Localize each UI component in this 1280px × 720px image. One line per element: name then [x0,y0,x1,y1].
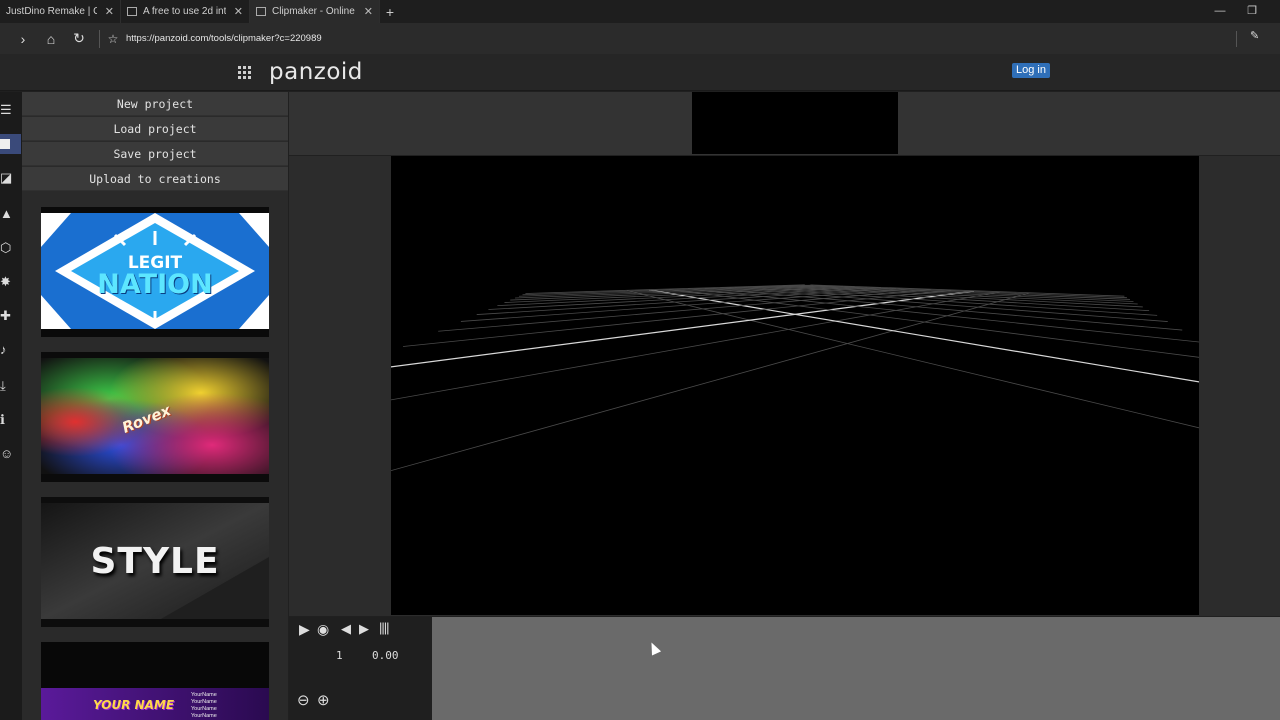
edit-icon[interactable]: ◪ [0,168,14,188]
tab-title: JustDino Remake | Checl [6,6,97,17]
template-name: YourName [191,699,217,705]
tool-rail: ☰ ◪ ▲ ⬡ ✸ ✚ ♪ ⤓ ℹ ☺ [0,92,22,720]
playback-controls: ▶ ◉ ◀ ▶ |||| 1 0.00 ⊖ ⊕ [289,617,430,720]
time-counter: 0.00 [372,649,399,662]
waveform-icon[interactable]: |||| [379,620,389,635]
template-name-list: YourName YourName YourName YourName [191,692,217,720]
tab-title: Clipmaker - Online Custo [272,6,356,17]
template-name: YourName [191,713,217,719]
mini-preview [692,92,898,154]
image-icon[interactable]: ▲ [0,204,14,224]
new-tab-button[interactable]: + [380,4,400,20]
template-name: YourName [191,692,217,698]
page-icon [127,7,137,16]
upload-to-creations-button[interactable]: Upload to creations [22,167,288,191]
refresh-icon[interactable]: ↻ [65,30,93,47]
template-thumbnail[interactable]: LEGIT NATION [41,207,269,337]
download-icon[interactable]: ⤓ [0,376,14,396]
template-thumbnail[interactable]: YOUR NAME YourName YourName YourName You… [41,642,269,720]
project-panel: New project Load project Save project Up… [22,92,288,720]
smiley-icon[interactable]: ☺ [0,444,14,464]
3d-cube-icon[interactable]: ⬡ [0,238,14,258]
template-title: NATION [97,269,213,300]
favorite-star-icon[interactable]: ☆ [106,32,120,46]
site-header: panzoid Log in [0,54,1280,91]
load-project-button[interactable]: Load project [22,117,288,141]
info-icon[interactable]: ℹ [0,410,14,430]
new-project-button[interactable]: New project [22,92,288,116]
close-tab-icon[interactable]: ✕ [105,5,114,18]
save-project-button[interactable]: Save project [22,142,288,166]
forward-icon[interactable]: › [9,31,37,47]
browser-tab[interactable]: A free to use 2d intro | L ✕ [121,0,250,23]
template-name: YourName [191,706,217,712]
menu-icon[interactable]: ☰ [0,100,14,120]
canvas-stage[interactable] [0,156,1280,615]
play-icon[interactable]: ▶ [299,621,310,638]
grid-line [515,285,833,299]
address-bar: › ⌂ ↻ ☆ https://panzoid.com/tools/clipma… [0,23,1280,54]
site-logo[interactable]: panzoid [269,59,363,85]
grid-line [340,290,975,374]
template-thumbnail[interactable]: STYLE [41,497,269,627]
browser-tab-active[interactable]: Clipmaker - Online Custo ✕ [250,0,380,23]
zoom-out-icon[interactable]: ⊖ [297,691,310,709]
perspective-grid [0,284,1280,580]
grid-line [0,292,1029,580]
login-button[interactable]: Log in [1012,63,1050,78]
browser-tab-bar: JustDino Remake | Checl ✕ A free to use … [0,0,1280,23]
close-tab-icon[interactable]: ✕ [364,5,373,18]
restore-icon[interactable]: ❐ [1236,0,1268,23]
zoom-in-icon[interactable]: ⊕ [317,691,330,709]
divider [1236,31,1237,47]
plugin-icon[interactable]: ✚ [0,306,14,326]
music-icon[interactable]: ♪ [0,340,14,360]
effects-burst-icon[interactable]: ✸ [0,272,14,292]
grid-line [202,291,1000,434]
template-title: STYLE [90,541,220,582]
next-frame-icon[interactable]: ▶ [359,621,369,637]
apps-grid-icon[interactable] [238,66,252,80]
browser-tab[interactable]: JustDino Remake | Checl ✕ [0,0,121,23]
divider [99,29,100,48]
eye-icon[interactable]: ◉ [317,621,329,638]
close-tab-icon[interactable]: ✕ [234,5,243,18]
template-thumbnail[interactable]: Rovex [41,352,269,482]
home-icon[interactable]: ⌂ [37,31,65,47]
url-field[interactable]: https://panzoid.com/tools/clipmaker?c=22… [126,33,322,44]
template-title: YOUR NAME [93,698,175,712]
frame-counter: 1 [336,649,343,662]
timeline-track[interactable] [432,617,1280,720]
tab-title: A free to use 2d intro | L [143,6,226,17]
reading-mode-icon[interactable]: ✎ [1250,29,1259,42]
previous-frame-icon[interactable]: ◀ [341,621,351,637]
page-icon [256,7,266,16]
project-icon[interactable] [0,134,21,154]
minimize-icon[interactable]: — [1204,0,1236,23]
